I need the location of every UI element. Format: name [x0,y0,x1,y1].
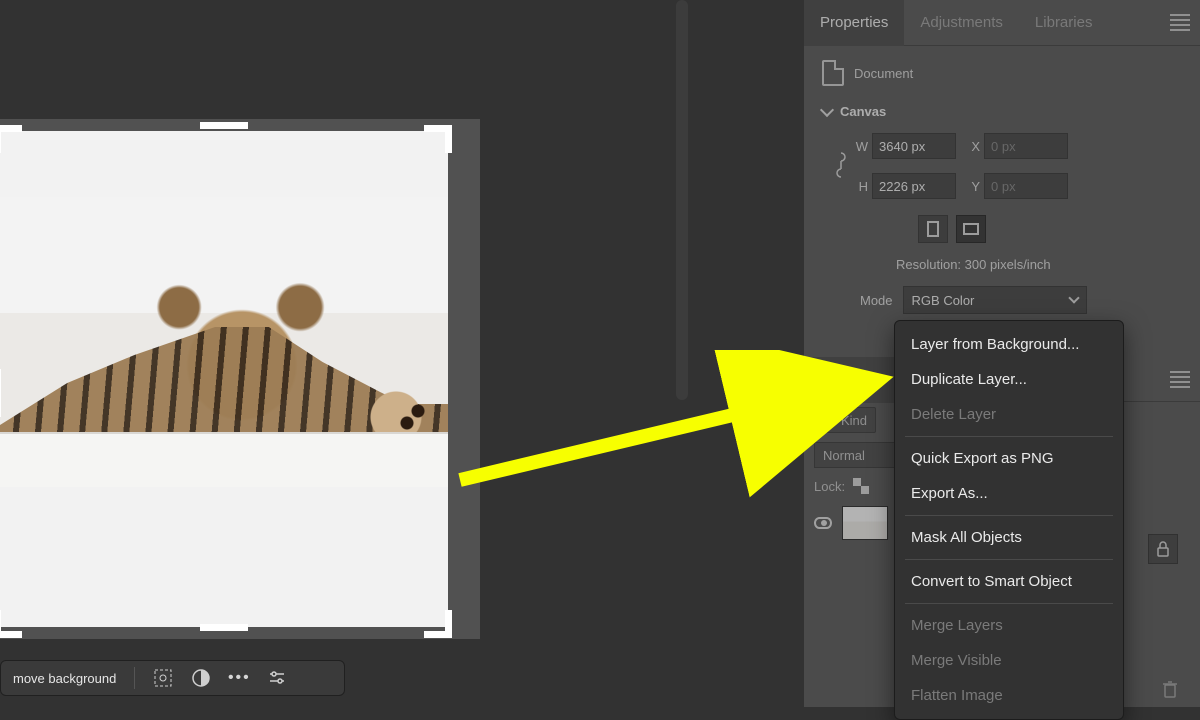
more-options-icon[interactable]: ••• [229,668,249,688]
menu-convert-smart-object[interactable]: Convert to Smart Object [895,564,1123,599]
width-label: W [854,139,872,154]
landscape-icon [963,223,979,235]
layer-lock-icon[interactable] [1148,534,1178,564]
chevron-down-icon [820,102,834,116]
menu-duplicate-layer[interactable]: Duplicate Layer... [895,362,1123,397]
menu-export-as[interactable]: Export As... [895,476,1123,511]
document-image [0,197,448,487]
delete-layer-icon[interactable] [1162,680,1178,701]
document-row: Document [822,60,1182,86]
lock-transparency-icon[interactable] [853,478,869,494]
visibility-toggle-icon[interactable] [814,517,832,529]
orientation-portrait-button[interactable] [918,215,948,243]
layer-filter-kind[interactable]: Kind [814,407,876,433]
canvas-section-title: Canvas [840,104,886,119]
adjustment-icon[interactable] [191,668,211,688]
menu-separator [905,515,1113,516]
tab-adjustments[interactable]: Adjustments [904,0,1019,46]
artboard-pasteboard [0,119,480,639]
panel-menu-icon[interactable] [1170,14,1190,31]
lock-label: Lock: [814,479,845,494]
x-field: 0 px [984,133,1068,159]
resolution-text: Resolution: 300 pixels/inch [896,257,1182,272]
contextual-task-bar: move background ••• [0,660,345,696]
menu-flatten-image: Flatten Image [895,678,1123,713]
document-icon [822,60,844,86]
menu-mask-all-objects[interactable]: Mask All Objects [895,520,1123,555]
menu-delete-layer: Delete Layer [895,397,1123,432]
color-mode-select[interactable]: RGB Color [903,286,1087,314]
height-field[interactable]: 2226 px [872,173,956,199]
link-dimensions-icon[interactable] [834,150,848,183]
crop-handle-bottom-mid[interactable] [200,624,230,654]
width-field[interactable]: 3640 px [872,133,956,159]
vertical-scrollbar[interactable] [676,0,688,400]
portrait-icon [927,221,939,237]
remove-background-button[interactable]: move background [13,671,116,686]
menu-merge-layers: Merge Layers [895,608,1123,643]
y-field: 0 px [984,173,1068,199]
tab-layers[interactable]: Layers [804,357,894,403]
canvas-section-header[interactable]: Canvas [822,104,1182,119]
menu-merge-visible: Merge Visible [895,643,1123,678]
layer-thumbnail[interactable] [842,506,888,540]
layer-filter-kind-label: Kind [841,413,867,428]
bar-settings-icon[interactable] [267,668,287,688]
orientation-landscape-button[interactable] [956,215,986,243]
menu-layer-from-background[interactable]: Layer from Background... [895,327,1123,362]
document-label: Document [854,66,913,81]
artboard[interactable] [0,131,448,627]
panel-tabbar: Properties Adjustments Libraries [804,0,1200,46]
x-label: X [956,139,984,154]
menu-separator [905,436,1113,437]
color-mode-value: RGB Color [912,293,975,308]
select-subject-icon[interactable] [153,668,173,688]
height-label: H [854,179,872,194]
divider [134,667,135,689]
y-label: Y [956,179,984,194]
menu-separator [905,603,1113,604]
canvas-area: move background ••• [0,0,690,707]
mode-label: Mode [860,293,893,308]
layer-context-menu: Layer from Background... Duplicate Layer… [894,320,1124,720]
menu-quick-export-png[interactable]: Quick Export as PNG [895,441,1123,476]
layers-panel-menu-icon[interactable] [1170,371,1190,388]
blend-mode-value: Normal [823,448,865,463]
chevron-down-icon [1068,292,1079,303]
search-icon [823,414,835,426]
tab-properties[interactable]: Properties [804,0,904,46]
menu-separator [905,559,1113,560]
tab-libraries[interactable]: Libraries [1019,0,1109,46]
